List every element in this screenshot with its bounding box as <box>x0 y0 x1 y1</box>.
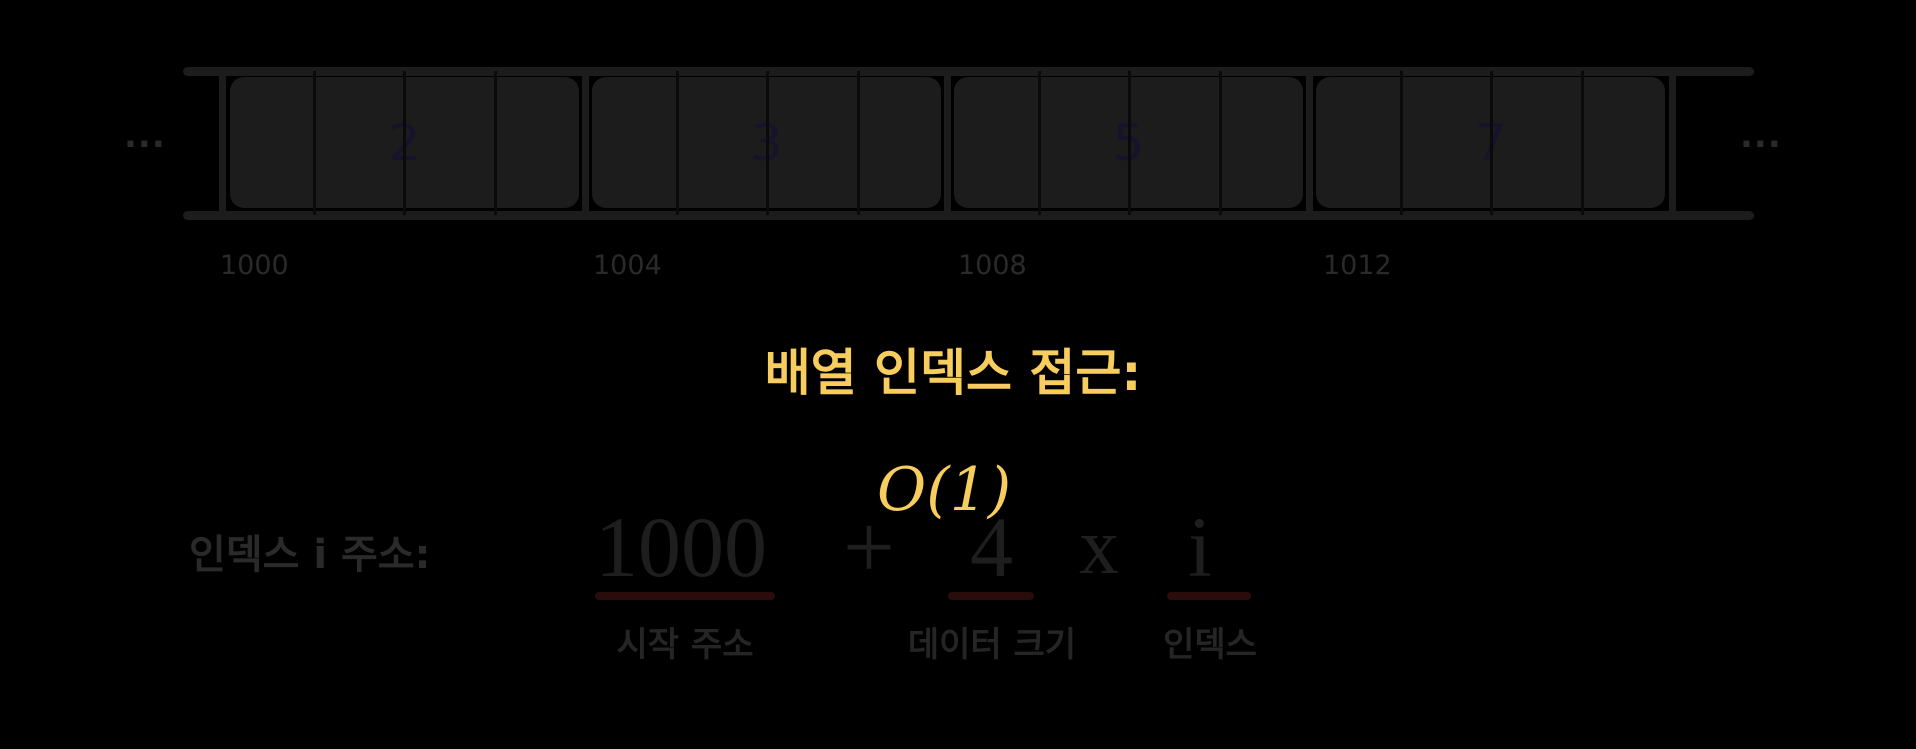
byte-divider <box>1490 71 1493 215</box>
size-underline <box>948 592 1034 600</box>
times-sign: x <box>1079 503 1119 591</box>
left-ellipsis: ... <box>124 116 166 156</box>
byte-divider <box>493 71 497 215</box>
byte-divider <box>1580 71 1584 215</box>
byte-divider <box>1399 71 1403 215</box>
divider <box>582 71 589 215</box>
title: 배열 인덱스 접근: <box>764 344 1142 402</box>
plus-sign: + <box>843 496 895 598</box>
start-underline <box>595 592 775 600</box>
address-label: 1000 <box>220 250 289 281</box>
start-address: 1000 <box>595 499 767 595</box>
byte-divider <box>403 71 406 215</box>
bottom-rail <box>183 211 1754 220</box>
start-caption: 시작 주소 <box>616 625 754 665</box>
size-caption: 데이터 크기 <box>907 625 1077 665</box>
byte-divider <box>1218 71 1222 215</box>
data-size: 4 <box>970 499 1013 595</box>
address-label: 1004 <box>593 250 662 281</box>
byte-divider <box>856 71 860 215</box>
divider <box>1669 71 1676 215</box>
top-rail <box>183 67 1754 76</box>
index-variable: i <box>1188 499 1212 595</box>
byte-divider <box>675 71 679 215</box>
byte-divider <box>312 71 316 215</box>
byte-divider <box>1037 71 1041 215</box>
formula-label: 인덱스 i 주소: <box>189 532 431 578</box>
divider <box>219 71 226 215</box>
address-label: 1008 <box>958 250 1027 281</box>
index-caption: 인덱스 <box>1163 625 1257 665</box>
right-ellipsis: ... <box>1740 116 1782 156</box>
index-underline <box>1167 592 1251 600</box>
divider <box>1306 71 1313 215</box>
address-label: 1012 <box>1323 250 1392 281</box>
byte-divider <box>1128 71 1131 215</box>
divider <box>944 71 951 215</box>
byte-divider <box>766 71 769 215</box>
